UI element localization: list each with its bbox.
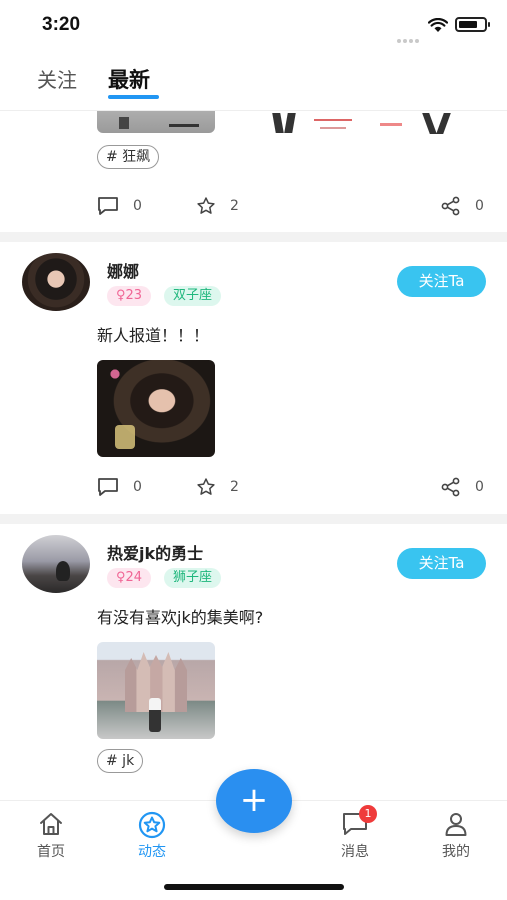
star-icon: [197, 478, 215, 495]
star-button[interactable]: 2: [196, 474, 239, 500]
post-actions: 0 2 0: [0, 193, 507, 219]
username[interactable]: 热爱jk的勇士: [107, 540, 203, 564]
battery-icon: [455, 17, 490, 32]
share-button[interactable]: 0: [441, 193, 484, 219]
comment-count: 0: [133, 479, 142, 495]
star-button[interactable]: 2: [196, 193, 239, 219]
gender-age-badge: ♀24: [107, 568, 152, 588]
comment-icon: [98, 478, 118, 496]
avatar[interactable]: [22, 253, 90, 311]
comment-button[interactable]: 0: [97, 193, 142, 219]
home-icon: [21, 811, 81, 839]
nav-messages[interactable]: 1 消息: [325, 805, 385, 861]
nav-messages-label: 消息: [341, 844, 369, 860]
post-image[interactable]: [97, 642, 215, 739]
star-count: 2: [230, 198, 239, 214]
post-separator: [0, 232, 507, 242]
share-count: 0: [475, 198, 484, 214]
tab-follow[interactable]: 关注: [37, 64, 77, 93]
comment-button[interactable]: 0: [97, 474, 142, 500]
tab-latest[interactable]: 最新: [108, 64, 150, 94]
post-image[interactable]: [97, 360, 215, 457]
status-time: 3:20: [42, 14, 81, 35]
post-card-partial[interactable]: # 狂飙 0 2 0: [0, 111, 507, 232]
nav-mine-label: 我的: [442, 844, 470, 860]
tab-active-indicator: [108, 95, 159, 99]
post-separator: [0, 514, 507, 524]
user-icon: [426, 811, 486, 839]
feed-list[interactable]: # 狂飙 0 2 0 娜娜 ♀23 双子座 关注Ta 新人报道！！！ 0 2 0…: [0, 111, 507, 801]
share-button[interactable]: 0: [441, 474, 484, 500]
wifi-icon: [427, 17, 449, 37]
star-circle-icon: [122, 811, 182, 839]
nav-dynamic-label: 动态: [138, 844, 166, 860]
signal-icon: [397, 28, 421, 43]
username[interactable]: 娜娜: [107, 258, 139, 282]
post-image[interactable]: [97, 111, 215, 133]
zodiac-badge: 双子座: [164, 286, 222, 306]
zodiac-badge: 狮子座: [164, 568, 222, 588]
gender-age-badge: ♀23: [107, 286, 152, 306]
post-content[interactable]: 有没有喜欢jk的集美啊?: [97, 604, 263, 628]
star-icon: [197, 197, 215, 214]
status-bar: 3:20: [0, 0, 507, 50]
post-actions: 0 2 0: [0, 474, 507, 500]
post-image[interactable]: [268, 113, 453, 135]
follow-button[interactable]: 关注Ta: [397, 548, 486, 579]
home-indicator: [164, 884, 344, 890]
create-post-button[interactable]: +: [216, 769, 292, 833]
post-card[interactable]: 娜娜 ♀23 双子座 关注Ta 新人报道！！！ 0 2 0: [0, 242, 507, 514]
nav-mine[interactable]: 我的: [426, 811, 486, 861]
post-content[interactable]: 新人报道！！！: [97, 322, 209, 346]
nav-home-label: 首页: [37, 844, 65, 860]
comment-count: 0: [133, 198, 142, 214]
unread-badge: 1: [359, 805, 377, 823]
share-icon: [441, 477, 460, 497]
nav-home[interactable]: 首页: [21, 811, 81, 861]
avatar[interactable]: [22, 535, 90, 593]
follow-button[interactable]: 关注Ta: [397, 266, 486, 297]
top-tabs: 关注 最新: [0, 58, 507, 110]
comment-icon: [98, 197, 118, 215]
star-count: 2: [230, 479, 239, 495]
share-count: 0: [475, 479, 484, 495]
topic-tag[interactable]: # 狂飙: [97, 145, 160, 169]
share-icon: [441, 196, 460, 216]
nav-dynamic[interactable]: 动态: [122, 811, 182, 861]
post-card[interactable]: 热爱jk的勇士 ♀24 狮子座 关注Ta 有没有喜欢jk的集美啊? # jk: [0, 524, 507, 801]
topic-tag[interactable]: # jk: [97, 749, 144, 773]
